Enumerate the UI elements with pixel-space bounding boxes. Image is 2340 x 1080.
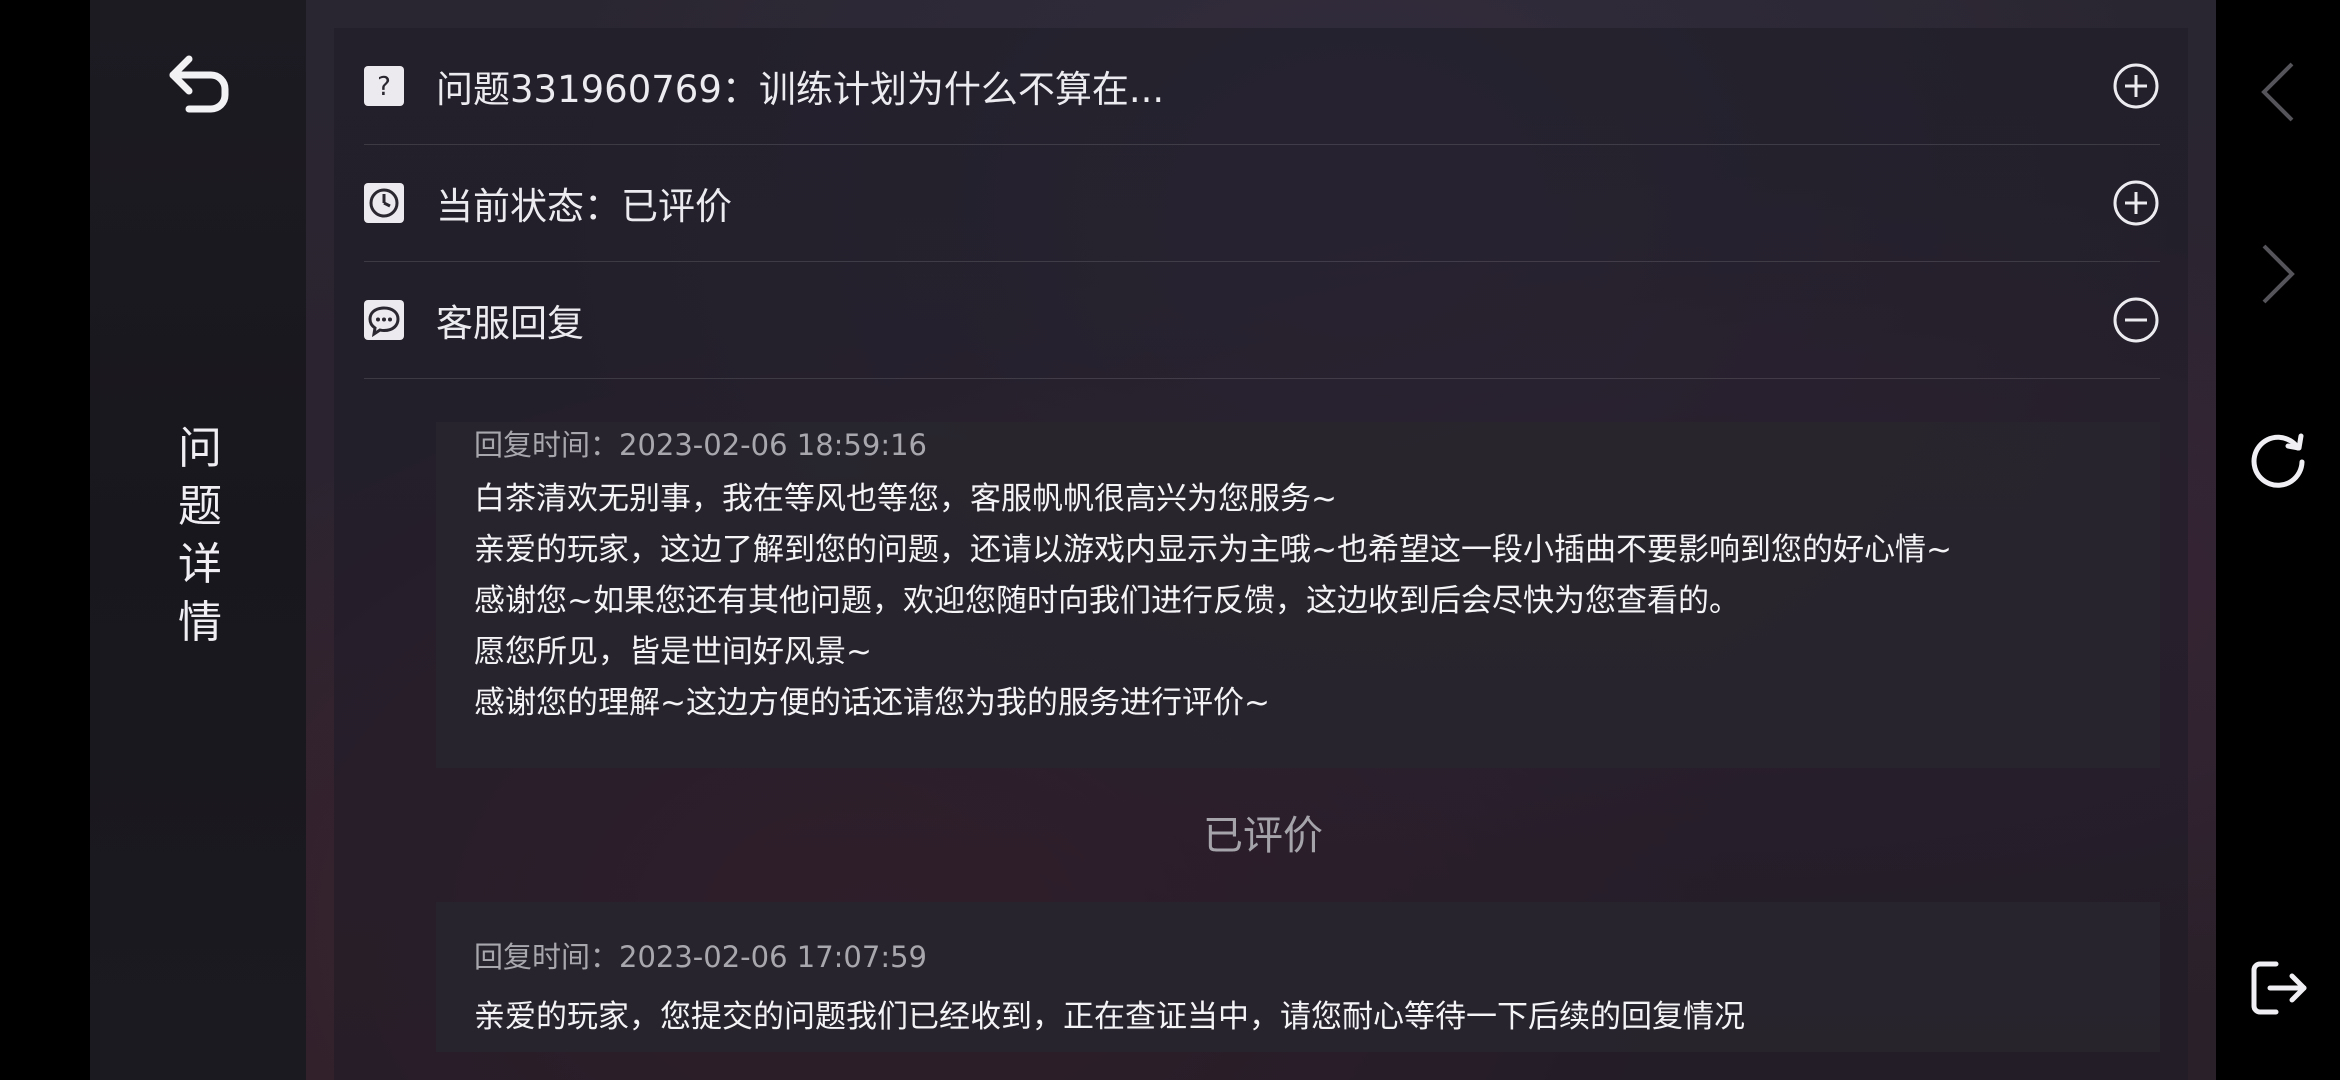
minus-circle-icon[interactable] bbox=[2112, 296, 2160, 344]
question-title: 问题331960769：训练计划为什么不算在... bbox=[436, 68, 1165, 111]
question-row[interactable]: ? 问题331960769：训练计划为什么不算在... bbox=[364, 28, 2160, 145]
status-row[interactable]: 当前状态：已评价 bbox=[364, 145, 2160, 262]
reply-card: 回复时间：2023-02-06 17:07:59 亲爱的玩家，您提交的问题我们已… bbox=[436, 902, 2160, 1052]
chevron-left-icon bbox=[2261, 62, 2294, 122]
reply-line: 白茶清欢无别事，我在等风也等您，客服帆帆很高兴为您服务~ bbox=[474, 481, 1337, 517]
refresh-button[interactable] bbox=[2246, 426, 2310, 490]
back-arrow-icon bbox=[169, 55, 229, 113]
plus-circle-icon[interactable] bbox=[2112, 179, 2160, 227]
reply-line: 亲爱的玩家，这边了解到您的问题，还请以游戏内显示为主哦~也希望这一段小插曲不要影… bbox=[474, 532, 1952, 568]
title-char: 情 bbox=[178, 597, 222, 648]
next-button[interactable] bbox=[2246, 242, 2310, 306]
refresh-icon bbox=[2251, 433, 2305, 488]
clock-icon bbox=[364, 183, 404, 223]
reply-line: 亲爱的玩家，您提交的问题我们已经收到，正在查证当中，请您耐心等待一下后续的回复情… bbox=[474, 999, 1745, 1035]
previous-button[interactable] bbox=[2246, 60, 2310, 124]
chevron-right-icon bbox=[2262, 244, 2295, 304]
plus-circle-icon[interactable] bbox=[2112, 62, 2160, 110]
rated-status: 已评价 bbox=[1203, 813, 1323, 859]
exit-icon bbox=[2251, 961, 2307, 1015]
chat-bubble-icon bbox=[364, 300, 404, 340]
reply-row[interactable]: 客服回复 bbox=[364, 262, 2160, 379]
page-title: 问 题 详 情 bbox=[170, 420, 230, 652]
right-panel bbox=[2216, 0, 2340, 1080]
reply-section-title: 客服回复 bbox=[436, 302, 584, 345]
reply-time: 回复时间：2023-02-06 18:59:16 bbox=[474, 428, 927, 462]
reply-line: 感谢您的理解~这边方便的话还请您为我的服务进行评价~ bbox=[474, 685, 1270, 721]
screen: 问 题 详 情 ? 问题331960769：训练计划为什么不算在... 当前状态… bbox=[0, 0, 2340, 1080]
back-button[interactable] bbox=[160, 52, 236, 116]
reply-time: 回复时间：2023-02-06 17:07:59 bbox=[474, 940, 927, 974]
reply-line: 感谢您~如果您还有其他问题，欢迎您随时向我们进行反馈，这边收到后会尽快为您查看的… bbox=[474, 583, 1740, 619]
reply-line: 愿您所见，皆是世间好风景~ bbox=[474, 634, 872, 670]
reply-card: 回复时间：2023-02-06 18:59:16 白茶清欢无别事，我在等风也等您… bbox=[436, 422, 2160, 768]
title-char: 详 bbox=[178, 539, 222, 590]
reply-content: 白茶清欢无别事，我在等风也等您，客服帆帆很高兴为您服务~ 亲爱的玩家，这边了解到… bbox=[474, 474, 1952, 729]
svg-text:?: ? bbox=[377, 72, 391, 102]
question-icon: ? bbox=[364, 66, 404, 106]
reply-content: 亲爱的玩家，您提交的问题我们已经收到，正在查证当中，请您耐心等待一下后续的回复情… bbox=[474, 992, 1745, 1043]
title-char: 问 bbox=[178, 423, 222, 474]
title-char: 题 bbox=[178, 481, 222, 532]
exit-button[interactable] bbox=[2246, 956, 2310, 1020]
status-label: 当前状态：已评价 bbox=[436, 185, 732, 228]
